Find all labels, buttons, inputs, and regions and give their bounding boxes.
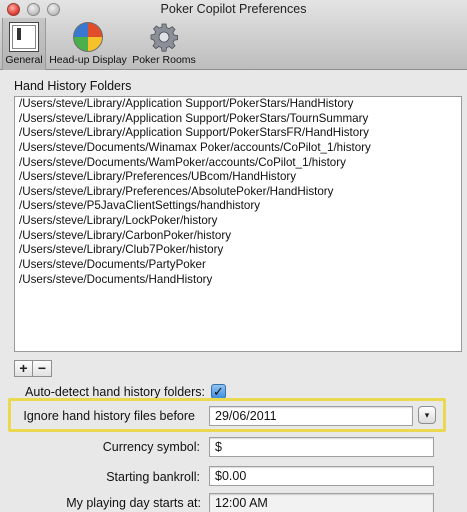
playing-day-start-label: My playing day starts at: xyxy=(66,496,201,510)
list-item[interactable]: /Users/steve/Library/Application Support… xyxy=(15,112,461,127)
playing-day-start-field[interactable]: 12:00 AM xyxy=(209,493,434,512)
gear-icon xyxy=(150,23,178,52)
folder-add-remove-buttons: + − xyxy=(14,360,52,377)
toolbar-tab-label: Head-up Display xyxy=(49,54,127,66)
ignore-before-label: Ignore hand history files before xyxy=(23,409,195,423)
list-item[interactable]: /Users/steve/Documents/WamPoker/accounts… xyxy=(15,156,461,171)
toolbar-tab-general[interactable]: General xyxy=(2,18,46,70)
toolbar-tab-poker-rooms[interactable]: Poker Rooms xyxy=(132,18,196,70)
auto-detect-checkbox[interactable]: ✓ xyxy=(211,384,226,399)
window-title: Poker Copilot Preferences xyxy=(160,2,307,16)
list-item[interactable]: /Users/steve/Library/Application Support… xyxy=(15,97,461,112)
list-item[interactable]: /Users/steve/Library/Application Support… xyxy=(15,126,461,141)
list-item[interactable]: /Users/steve/Documents/Winamax Poker/acc… xyxy=(15,141,461,156)
list-item[interactable]: /Users/steve/Library/Preferences/UBcom/H… xyxy=(15,170,461,185)
starting-bankroll-label: Starting bankroll: xyxy=(106,470,200,484)
general-settings-icon xyxy=(9,22,39,52)
toolbar-tab-head-up-display[interactable]: Head-up Display xyxy=(47,18,129,70)
date-stepper-button[interactable]: ▾ xyxy=(418,406,436,424)
list-item[interactable]: /Users/steve/P5JavaClientSettings/handhi… xyxy=(15,199,461,214)
hand-history-section-label: Hand History Folders xyxy=(14,79,132,93)
toolbar-tab-label: General xyxy=(5,54,43,66)
currency-symbol-label: Currency symbol: xyxy=(102,440,200,454)
list-item[interactable]: /Users/steve/Library/Club7Poker/history xyxy=(15,243,461,258)
window-toolbar: Poker Copilot Preferences General Head-u… xyxy=(0,0,467,70)
auto-detect-label: Auto-detect hand history folders: xyxy=(25,385,205,399)
list-item[interactable]: /Users/steve/Library/CarbonPoker/history xyxy=(15,229,461,244)
list-item[interactable]: /Users/steve/Library/Preferences/Absolut… xyxy=(15,185,461,200)
hud-icon xyxy=(73,22,103,52)
remove-folder-button[interactable]: − xyxy=(33,360,52,377)
list-item[interactable]: /Users/steve/Documents/HandHistory xyxy=(15,273,461,288)
hand-history-folder-list[interactable]: /Users/steve/Library/Application Support… xyxy=(14,96,462,352)
starting-bankroll-field[interactable]: $0.00 xyxy=(209,466,434,486)
add-folder-button[interactable]: + xyxy=(14,360,33,377)
list-item[interactable]: /Users/steve/Library/LockPoker/history xyxy=(15,214,461,229)
toolbar-tab-label: Poker Rooms xyxy=(132,54,196,66)
currency-symbol-field[interactable]: $ xyxy=(209,437,434,457)
list-item[interactable]: /Users/steve/Documents/PartyPoker xyxy=(15,258,461,273)
ignore-before-date-field[interactable]: 29/06/2011 xyxy=(209,406,413,426)
